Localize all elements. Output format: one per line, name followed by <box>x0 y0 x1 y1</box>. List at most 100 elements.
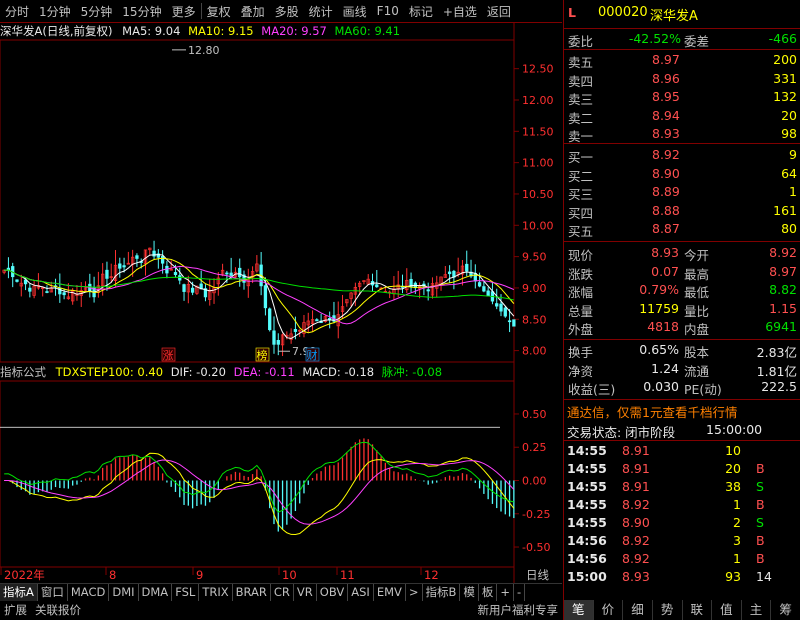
overlay-button[interactable]: 叠加 <box>236 3 270 20</box>
candle-body <box>62 292 66 296</box>
more-button[interactable]: 更多 <box>167 3 201 20</box>
expand-button[interactable]: 扩展 <box>0 601 31 620</box>
bid-row: 买三 8.89 1 <box>564 183 800 202</box>
stat2-row: 收益(三) 0.030 PE(动) 222.5 <box>564 378 800 397</box>
x-tick-label: 11 <box>340 568 355 582</box>
tab-macd[interactable]: MACD <box>68 584 110 601</box>
tab-dma[interactable]: DMA <box>139 584 173 601</box>
candle-body <box>486 290 490 297</box>
new-user-promo-link[interactable]: 新用户福利专享 <box>474 601 563 620</box>
tab-zhi[interactable]: 值 <box>712 600 742 620</box>
tab-indicator-a[interactable]: 指标A <box>0 584 38 601</box>
tab-xi[interactable]: 细 <box>623 600 653 620</box>
stat-row: 现价 8.93 今开 8.92 <box>564 244 800 263</box>
tick-time: 14:56 <box>567 533 607 548</box>
bid-price: 8.92 <box>652 147 680 162</box>
bid-volume: 80 <box>781 221 797 236</box>
tab-15min[interactable]: 15分钟 <box>117 3 166 20</box>
weibi-row: 委比 -42.52% 委差 -466 <box>564 30 800 49</box>
tab-1min[interactable]: 1分钟 <box>34 3 76 20</box>
tab-lian[interactable]: 联 <box>683 600 713 620</box>
tab-bi[interactable]: 笔 <box>564 600 594 620</box>
candle-body <box>229 272 233 276</box>
stat-row: 涨跌 0.07 最高 8.97 <box>564 263 800 282</box>
ask-volume: 331 <box>773 70 797 86</box>
y-tick-label: 10.50 <box>522 188 554 201</box>
x-tick-label: 8 <box>109 568 116 582</box>
tab-template[interactable]: 模 <box>460 584 479 601</box>
y-tick-label: 9.00 <box>522 282 547 295</box>
stats-button[interactable]: 统计 <box>304 3 338 20</box>
candle-body <box>268 308 272 331</box>
y-tick-label: 12.50 <box>522 63 554 76</box>
stock-code: 000020 <box>598 5 648 20</box>
macd-readout: MACD: -0.18 <box>302 365 375 379</box>
tick-time: 14:55 <box>567 461 607 476</box>
stat-row: 涨幅 0.79% 最低 8.82 <box>564 281 800 300</box>
ma5-readout: MA5: 9.04 <box>122 24 181 38</box>
ind-tick-label: -0.25 <box>522 508 550 521</box>
ask-price: 8.93 <box>652 126 680 141</box>
ask-volume: 200 <box>773 52 797 67</box>
stat-label: 今开 <box>684 248 710 263</box>
candle-body <box>276 339 280 345</box>
tab-window[interactable]: 窗口 <box>38 584 68 601</box>
zoom-in-button[interactable]: + <box>497 584 515 601</box>
main-plot-frame <box>0 39 515 363</box>
event-marker: 榜 <box>257 348 268 362</box>
candle-body <box>45 291 49 293</box>
dif-readout: DIF: -0.20 <box>170 365 226 379</box>
indicator-tabs: 指标A 窗口 MACD DMI DMA FSL TRIX BRAR CR VR … <box>0 583 562 601</box>
candle-body <box>135 255 139 259</box>
tab-chou[interactable]: 筹 <box>771 600 800 620</box>
tab-board[interactable]: 板 <box>479 584 498 601</box>
tab-fenshi[interactable]: 分时 <box>0 3 34 20</box>
y-tick-label: 10.00 <box>522 219 554 232</box>
zoom-out-button[interactable]: - <box>514 584 526 601</box>
weicha-label: 委差 <box>684 34 710 49</box>
bid-price: 8.90 <box>652 165 680 181</box>
stat-label: 最高 <box>684 266 710 282</box>
stat-value: 1.15 <box>769 300 797 316</box>
draw-line-button[interactable]: 画线 <box>338 3 372 20</box>
tab-asi[interactable]: ASI <box>348 584 374 601</box>
indicator-formula-label[interactable]: 指标公式 <box>0 365 46 379</box>
chart-canvas[interactable]: 12.50 12.00 11.50 11.00 10.50 10.00 9.50 9.00 8.… <box>0 23 562 583</box>
tab-indicator-b[interactable]: 指标B <box>423 584 461 601</box>
tab-brar[interactable]: BRAR <box>233 584 271 601</box>
candle-body <box>477 282 482 287</box>
tabs-next-arrow[interactable]: > <box>406 584 423 601</box>
tab-jia[interactable]: 价 <box>594 600 624 620</box>
high-price-label: 12.80 <box>188 44 220 57</box>
stat-value: 8.82 <box>769 282 797 297</box>
back-button[interactable]: 返回 <box>482 3 516 20</box>
tab-obv[interactable]: OBV <box>317 584 349 601</box>
related-quote-button[interactable]: 关联报价 <box>31 601 85 620</box>
tab-emv[interactable]: EMV <box>374 584 406 601</box>
promo-row[interactable]: 通达信，仅需1元查看千档行情 <box>564 401 800 421</box>
tab-dmi[interactable]: DMI <box>109 584 139 601</box>
tab-fsl[interactable]: FSL <box>172 584 200 601</box>
tab-5min[interactable]: 5分钟 <box>76 3 118 20</box>
mark-button[interactable]: 标记 <box>404 3 438 20</box>
x-tick-label: 2022年 <box>4 568 45 582</box>
f10-button[interactable]: F10 <box>372 4 404 18</box>
tab-zhu[interactable]: 主 <box>742 600 772 620</box>
event-marker: 涨 <box>163 349 174 362</box>
fuquan-button[interactable]: 复权 <box>202 3 236 20</box>
event-marker: 财 <box>307 348 318 362</box>
tick-volume: 20 <box>725 461 741 476</box>
promo-text[interactable]: 通达信，仅需1元查看千档行情 <box>567 402 737 421</box>
ask-row: 卖三 8.95 132 <box>564 88 800 107</box>
tab-shi[interactable]: 势 <box>653 600 683 620</box>
trade-status-time: 15:00:00 <box>706 422 763 437</box>
tab-cr[interactable]: CR <box>271 584 294 601</box>
tab-vr[interactable]: VR <box>294 584 317 601</box>
tick-row: 14:55 8.91 20 B <box>564 460 800 478</box>
add-watchlist-button[interactable]: +自选 <box>438 3 482 20</box>
ask-volume: 132 <box>773 89 797 104</box>
ask-price: 8.94 <box>652 107 680 123</box>
candle-body <box>160 256 165 264</box>
multi-stock-button[interactable]: 多股 <box>270 3 304 20</box>
tab-trix[interactable]: TRIX <box>199 584 233 601</box>
